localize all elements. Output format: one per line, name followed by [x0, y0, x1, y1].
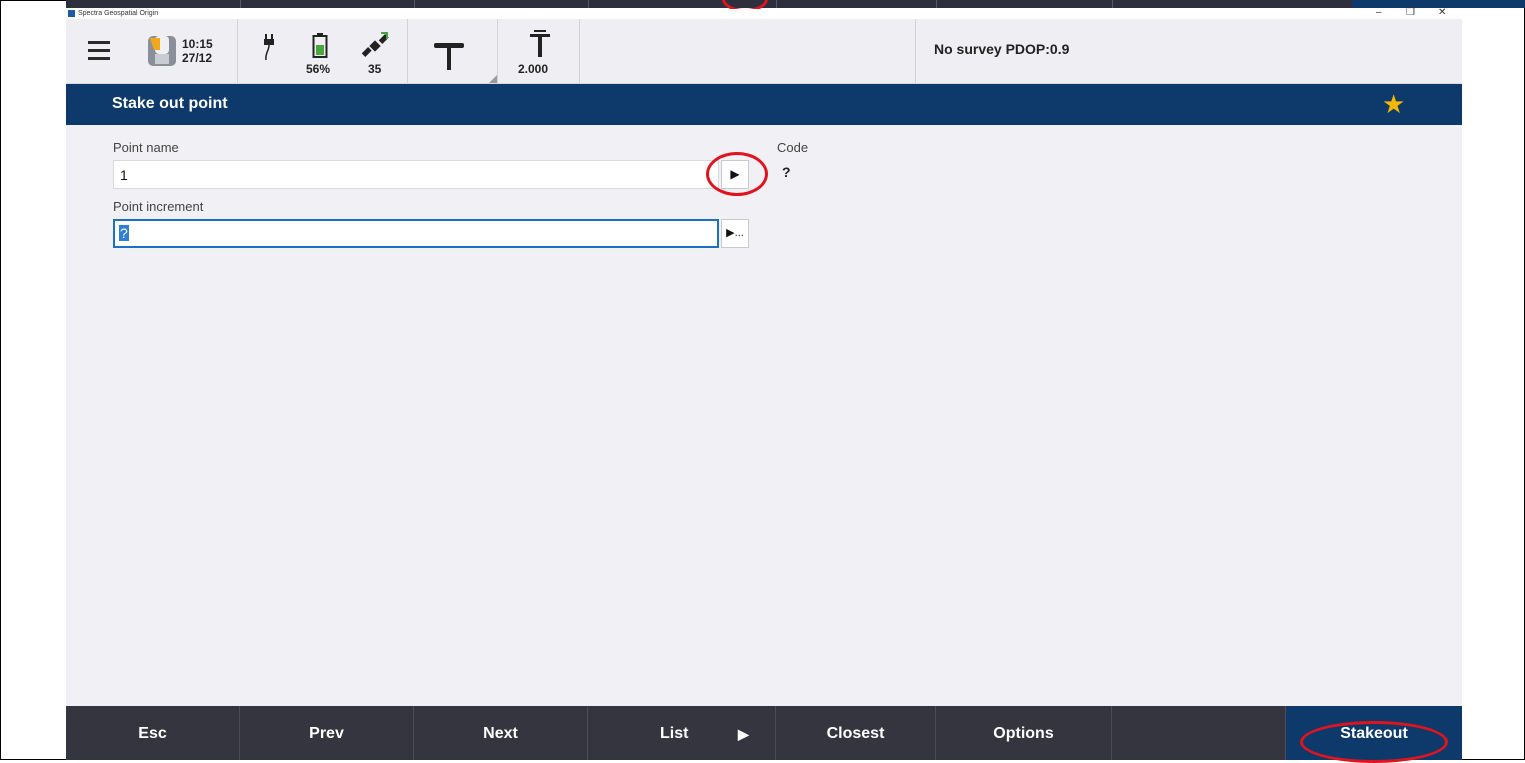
receiver-icon: [434, 43, 464, 70]
window-titlebar: Spectra Geospatial Origin – ❐ ✕: [66, 7, 1462, 19]
softkey-bar: Esc Prev Next List ▶ Closest Options Sta…: [66, 706, 1462, 760]
battery-icon: [312, 33, 328, 58]
minimize-button[interactable]: –: [1376, 7, 1382, 19]
point-name-field[interactable]: 1: [113, 160, 719, 189]
empty-softkey: [1112, 706, 1286, 760]
window-title: Spectra Geospatial Origin: [78, 10, 159, 17]
menu-icon[interactable]: [66, 19, 132, 83]
app-window: Spectra Geospatial Origin – ❐ ✕ 10:15 27…: [66, 7, 1462, 763]
prev-button[interactable]: Prev: [240, 706, 414, 760]
receiver-cell[interactable]: [408, 19, 498, 83]
code-label: Code: [777, 140, 809, 155]
antenna-height: 2.000: [518, 62, 549, 76]
expand-corner: [489, 75, 497, 83]
point-name-value: 1: [120, 167, 128, 183]
point-increment-value: ?: [119, 225, 129, 241]
list-arrow-icon: ▶: [738, 726, 749, 742]
status-spacer: [580, 19, 916, 83]
point-increment-field[interactable]: ?: [113, 219, 719, 248]
next-button[interactable]: Next: [414, 706, 588, 760]
status-time: 10:15: [182, 37, 213, 51]
satellite-count: 35: [368, 62, 382, 76]
app-icon: [68, 10, 75, 17]
highlight-ellipse-point-name: [706, 152, 768, 196]
highlight-ellipse-stakeout: [1300, 721, 1448, 763]
restore-button[interactable]: ❐: [1406, 7, 1415, 19]
star-icon[interactable]: ★: [1382, 90, 1405, 118]
pole-icon: [530, 30, 550, 57]
page-title: Stake out point: [112, 95, 228, 112]
closest-button[interactable]: Closest: [776, 706, 936, 760]
status-date: 27/12: [182, 51, 213, 65]
battery-percent: 56%: [306, 62, 331, 76]
job-clock-cell[interactable]: 10:15 27/12: [132, 19, 238, 83]
survey-status[interactable]: No survey PDOP:0.9: [934, 41, 1069, 57]
power-battery-cell[interactable]: 56% 35: [238, 19, 408, 83]
satellite-icon: [361, 32, 389, 57]
options-button[interactable]: Options: [936, 706, 1112, 760]
close-button[interactable]: ✕: [1438, 7, 1446, 19]
point-name-label: Point name: [113, 140, 179, 155]
app-logo-icon: [148, 36, 176, 66]
point-increment-arrow: ▶...: [726, 227, 744, 239]
list-button[interactable]: List ▶: [588, 706, 776, 760]
power-plug-icon: [264, 34, 274, 61]
point-increment-label: Point increment: [113, 199, 204, 214]
antenna-height-cell[interactable]: 2.000: [498, 19, 580, 83]
status-bar: 10:15 27/12 56% 35 2.000 No survey PDOP:…: [66, 19, 1462, 84]
code-value[interactable]: ?: [782, 164, 791, 180]
page-header: Stake out point ★: [66, 84, 1462, 125]
point-increment-select-button[interactable]: ▶...: [721, 219, 749, 248]
esc-button[interactable]: Esc: [66, 706, 240, 760]
